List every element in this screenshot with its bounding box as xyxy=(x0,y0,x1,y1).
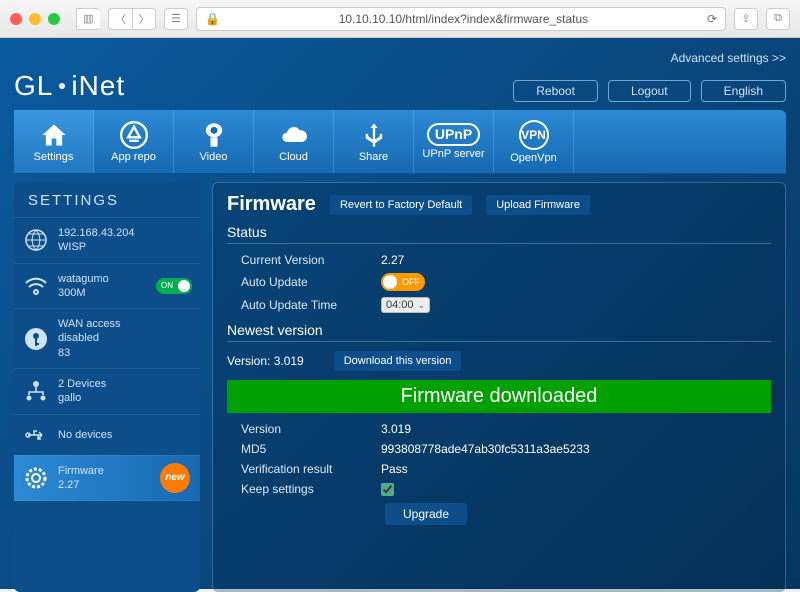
wifi-icon xyxy=(24,274,48,298)
url-bar[interactable]: 🔒 10.10.10.10/html/index?index&firmware_… xyxy=(196,7,726,31)
minimize-window-icon[interactable] xyxy=(29,13,41,25)
wifi-toggle[interactable]: ON xyxy=(156,278,192,294)
sidebar-item-label: Firmware2.27 xyxy=(58,464,104,493)
verify-value: Pass xyxy=(381,462,408,476)
nav-share[interactable]: Share xyxy=(334,110,414,173)
upload-firmware-button[interactable]: Upload Firmware xyxy=(486,195,590,215)
top-nav: Settings App repo Video Cloud Share UPnP… xyxy=(14,110,786,174)
browser-chrome: ▥ 〈 〉 ☰ 🔒 10.10.10.10/html/index?index&f… xyxy=(0,0,800,38)
verify-label: Verification result xyxy=(241,462,371,476)
nav-upnp[interactable]: UPnP UPnP server xyxy=(414,110,494,173)
nav-cloud[interactable]: Cloud xyxy=(254,110,334,173)
sidebar-item-label: 192.168.43.204WISP xyxy=(58,226,134,255)
auto-update-label: Auto Update xyxy=(241,275,371,289)
maximize-window-icon[interactable] xyxy=(48,13,60,25)
router-admin-page: Advanced settings >> GLiNet Reboot Logou… xyxy=(0,38,800,589)
tabs-icon[interactable]: ⧉ xyxy=(766,8,790,30)
share-icon[interactable]: ⇪ xyxy=(734,8,758,30)
sidebar-item-label: 2 Devicesgallo xyxy=(58,377,106,406)
camera-icon xyxy=(200,121,228,149)
keep-settings-label: Keep settings xyxy=(241,482,371,496)
auto-update-time-label: Auto Update Time xyxy=(241,298,371,312)
reload-icon[interactable]: ⟳ xyxy=(707,12,717,26)
sidebar-toggle-icon[interactable]: ▥ xyxy=(76,8,100,30)
close-window-icon[interactable] xyxy=(10,13,22,25)
new-badge-icon: new xyxy=(160,463,190,493)
network-icon xyxy=(24,379,48,403)
revert-factory-button[interactable]: Revert to Factory Default xyxy=(330,195,472,215)
language-button[interactable]: English xyxy=(701,80,786,102)
vpn-badge-icon: VPN xyxy=(519,120,549,150)
cloud-icon xyxy=(280,121,308,149)
sidebar-item-clients[interactable]: 2 Devicesgallo xyxy=(14,368,200,414)
upgrade-button[interactable]: Upgrade xyxy=(385,503,467,525)
newest-version-heading: Newest version xyxy=(227,322,771,342)
sidebar-title: SETTINGS xyxy=(14,188,200,217)
md5-label: MD5 xyxy=(241,442,371,456)
app-store-icon xyxy=(120,121,148,149)
nav-video[interactable]: Video xyxy=(174,110,254,173)
sidebar-item-label: WAN accessdisabled83 xyxy=(58,317,121,360)
auto-update-toggle[interactable]: OFF xyxy=(381,273,425,291)
sidebar-item-wan-ip[interactable]: 192.168.43.204WISP xyxy=(14,217,200,263)
back-button[interactable]: 〈 xyxy=(108,8,132,30)
dl-version-label: Version xyxy=(241,422,371,436)
nav-openvpn[interactable]: VPN OpenVpn xyxy=(494,110,574,173)
reader-icon[interactable]: ☰ xyxy=(164,8,188,30)
dl-version-value: 3.019 xyxy=(381,422,411,436)
usb-icon xyxy=(360,121,388,149)
usb-plug-icon xyxy=(24,423,48,447)
keep-settings-checkbox[interactable] xyxy=(381,483,394,496)
auto-update-time-select[interactable]: 04:00 xyxy=(381,297,430,313)
sidebar-item-label: watagumo300M xyxy=(58,272,109,301)
sidebar-item-label: No devices xyxy=(58,428,112,442)
sidebar-item-wifi[interactable]: watagumo300M ON xyxy=(14,263,200,309)
gear-icon xyxy=(24,466,48,490)
key-icon xyxy=(24,327,48,351)
reboot-button[interactable]: Reboot xyxy=(513,80,598,102)
sidebar-item-usb[interactable]: No devices xyxy=(14,414,200,455)
current-version-label: Current Version xyxy=(241,253,371,267)
url-text: 10.10.10.10/html/index?index&firmware_st… xyxy=(226,12,701,26)
home-icon xyxy=(40,121,68,149)
main-panel: Firmware Revert to Factory Default Uploa… xyxy=(212,182,786,592)
sidebar-item-firmware[interactable]: Firmware2.27 new xyxy=(14,455,200,502)
download-status-banner: Firmware downloaded xyxy=(227,380,771,413)
status-heading: Status xyxy=(227,224,771,244)
dot-icon xyxy=(59,83,65,89)
logout-button[interactable]: Logout xyxy=(608,80,691,102)
globe-icon xyxy=(24,228,48,252)
sidebar: SETTINGS 192.168.43.204WISP watagumo300M… xyxy=(14,182,200,592)
nav-app-repo[interactable]: App repo xyxy=(94,110,174,173)
md5-value: 993808778ade47ab30fc5311a3ae5233 xyxy=(381,442,590,456)
lock-icon: 🔒 xyxy=(205,12,220,26)
brand-logo: GLiNet xyxy=(14,70,125,102)
newest-version-label: Version: 3.019 xyxy=(227,354,304,368)
download-version-button[interactable]: Download this version xyxy=(334,351,462,371)
sidebar-item-wan-access[interactable]: WAN accessdisabled83 xyxy=(14,308,200,368)
current-version-value: 2.27 xyxy=(381,253,404,267)
forward-button[interactable]: 〉 xyxy=(132,8,156,30)
page-title: Firmware xyxy=(227,193,316,216)
nav-settings[interactable]: Settings xyxy=(14,110,94,173)
window-traffic-lights xyxy=(10,13,60,25)
advanced-settings-link[interactable]: Advanced settings >> xyxy=(671,51,786,65)
upnp-badge-icon: UPnP xyxy=(427,123,480,146)
